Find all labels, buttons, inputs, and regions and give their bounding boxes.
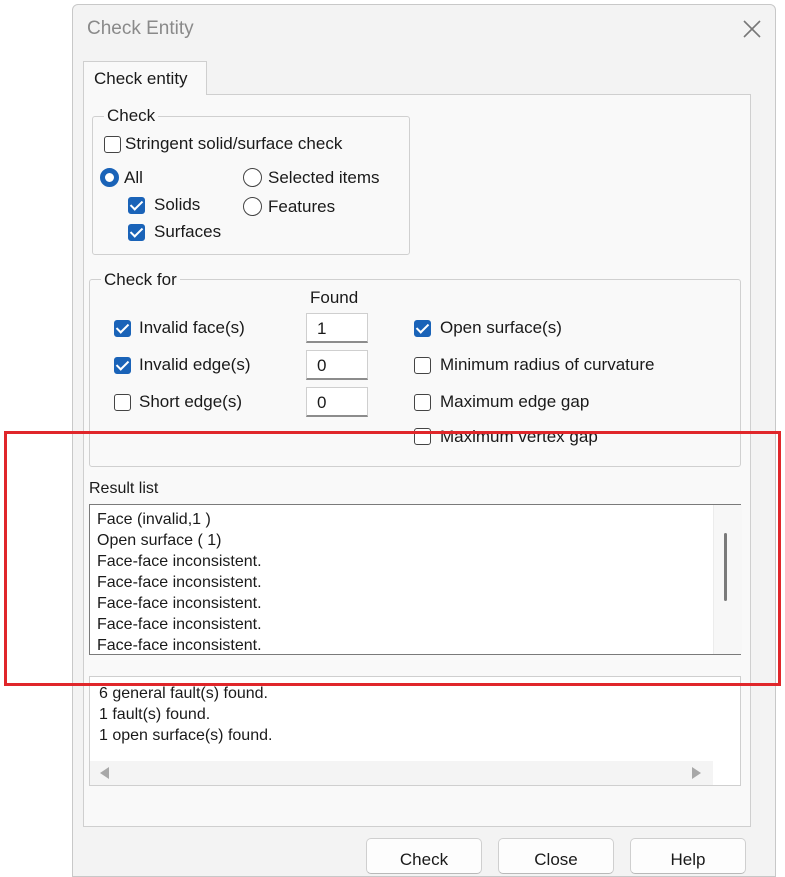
solids-label: Solids (154, 195, 201, 214)
max-edge-gap-label: Maximum edge gap (440, 392, 590, 411)
features-radio[interactable] (243, 197, 262, 216)
max-edge-gap-checkbox[interactable] (414, 394, 431, 411)
invalid-edges-found-field[interactable]: 0 (306, 350, 368, 380)
result-list-scroll-thumb[interactable] (724, 533, 727, 601)
short-edges-checkbox[interactable] (114, 394, 131, 411)
window-title: Check Entity (87, 18, 194, 39)
list-item[interactable]: Face-face inconsistent. (97, 574, 262, 592)
selected-items-radio[interactable] (243, 168, 262, 187)
list-item[interactable]: Face-face inconsistent. (97, 553, 262, 571)
list-item[interactable]: Open surface ( 1) (97, 532, 222, 550)
summary-box: 6 general fault(s) found. 1 fault(s) fou… (89, 676, 741, 786)
list-item[interactable]: Face (invalid,1 ) (97, 511, 211, 529)
summary-horizontal-scrollbar[interactable] (90, 761, 713, 785)
max-vertex-gap-checkbox[interactable] (414, 428, 431, 445)
list-item[interactable]: Face-face inconsistent. (97, 616, 262, 634)
invalid-edges-checkbox[interactable] (114, 357, 131, 374)
close-icon[interactable] (740, 17, 764, 41)
solids-checkbox[interactable] (128, 197, 145, 214)
invalid-edges-label: Invalid edge(s) (139, 355, 251, 374)
result-list-label: Result list (89, 480, 159, 497)
check-for-group-title: Check for (101, 270, 180, 290)
tab-check-entity[interactable]: Check entity (83, 61, 207, 95)
list-item[interactable]: Face-face inconsistent. (97, 595, 262, 613)
list-item[interactable]: Face-face inconsistent. (97, 637, 262, 655)
result-listbox[interactable]: Face (invalid,1 ) Open surface ( 1) Face… (89, 504, 742, 655)
summary-line: 1 open surface(s) found. (99, 727, 273, 744)
close-button[interactable]: Close (498, 838, 614, 874)
invalid-faces-label: Invalid face(s) (139, 318, 245, 337)
max-vertex-gap-label: Maximum vertex gap (440, 427, 598, 446)
surfaces-label: Surfaces (154, 222, 222, 241)
open-surfaces-checkbox[interactable] (414, 320, 431, 337)
min-radius-label: Minimum radius of curvature (440, 355, 655, 374)
help-button[interactable]: Help (630, 838, 746, 874)
surfaces-checkbox[interactable] (128, 224, 145, 241)
all-label: All (124, 168, 143, 187)
summary-line: 1 fault(s) found. (99, 706, 211, 723)
invalid-faces-found-field[interactable]: 1 (306, 313, 368, 343)
min-radius-checkbox[interactable] (414, 357, 431, 374)
open-surfaces-label: Open surface(s) (440, 318, 562, 337)
result-list-scrollbar[interactable] (713, 505, 742, 654)
stringent-label: Stringent solid/surface check (125, 134, 343, 153)
check-group-title: Check (104, 106, 159, 126)
invalid-faces-checkbox[interactable] (114, 320, 131, 337)
stringent-checkbox[interactable] (104, 136, 121, 153)
features-label: Features (268, 197, 336, 216)
scroll-right-icon[interactable] (692, 767, 701, 779)
short-edges-found-field[interactable]: 0 (306, 387, 368, 417)
selected-items-label: Selected items (268, 168, 380, 187)
found-header: Found (310, 288, 359, 307)
short-edges-label: Short edge(s) (139, 392, 242, 411)
summary-line: 6 general fault(s) found. (99, 685, 268, 702)
check-button[interactable]: Check (366, 838, 482, 874)
scroll-left-icon[interactable] (100, 767, 109, 779)
all-radio[interactable] (100, 168, 119, 187)
